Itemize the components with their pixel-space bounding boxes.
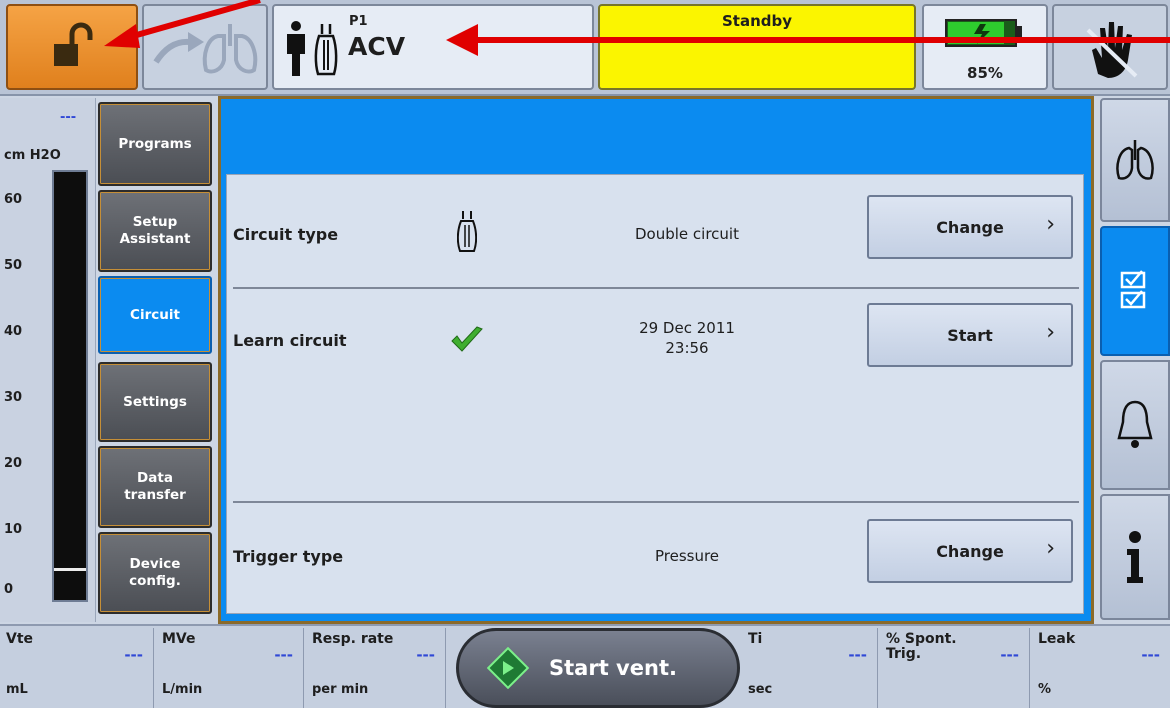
lung-arrow-icon [153,24,258,74]
tab-data-transfer[interactable]: Data transfer [98,446,212,528]
chevron-right-icon: › [1046,536,1055,561]
param-resp-rate: Resp. rate --- per min [306,628,446,708]
ventilation-shortcut-button[interactable] [142,4,268,90]
tab-settings-label: Settings [123,393,187,410]
pressure-unit: cm H2O [4,148,61,163]
row-divider [233,287,1079,289]
tab-programs[interactable]: Programs [98,102,212,186]
person-icon [287,21,305,76]
tab-setup-assistant[interactable]: Setup Assistant [98,190,212,272]
pressure-bar-marker [54,568,86,571]
tab-monitoring[interactable] [1100,98,1170,222]
leak-unit: % [1038,682,1052,697]
ti-value: --- [848,646,867,664]
param-mve: MVe --- L/min [156,628,304,708]
chevron-right-icon: › [1046,212,1055,237]
lungs-icon [1116,140,1154,180]
pressure-tick-50: 50 [4,258,23,273]
top-bar: P1 ACV Standby 85% [0,0,1170,96]
trigger-type-change-label: Change [936,541,1004,561]
tab-setup[interactable] [1100,226,1170,356]
circuit-settings-panel: Circuit type Double circuit Change › Lea… [226,174,1084,614]
learn-circuit-start-label: Start [947,325,993,345]
vte-unit: mL [6,682,28,697]
learn-circuit-time: 23:56 [665,339,709,357]
tab-programs-label: Programs [118,135,192,152]
resp-rate-unit: per min [312,682,369,697]
tab-settings[interactable]: Settings [98,362,212,442]
chevron-right-icon: › [1046,320,1055,345]
unlock-icon [54,22,93,66]
patient-slot-label: P1 [349,14,368,29]
pressure-tick-20: 20 [4,456,23,471]
spont-trig-value: --- [1000,646,1019,664]
pressure-tick-60: 60 [4,192,23,207]
pressure-gauge-panel: --- cm H2O 60 50 40 30 20 10 0 [0,98,96,622]
circuit-icon [314,24,338,76]
resp-rate-value: --- [416,646,435,664]
checklist-icon [1120,270,1146,309]
circuit-type-label: Circuit type [233,225,339,244]
param-spont-trig: % Spont. Trig. --- [880,628,1030,708]
trigger-type-value: Pressure [654,547,720,565]
tab-device-config-label: Device config. [129,556,181,589]
status-banner: Standby [598,4,916,90]
spont-trig-label: % Spont. Trig. [886,631,957,663]
status-text: Standby [721,12,793,30]
vte-label: Vte [6,631,34,647]
circuit-type-change-button[interactable]: Change › [867,195,1073,259]
start-icon [487,647,529,689]
param-ti: Ti --- sec [742,628,878,708]
pressure-value: --- [60,110,77,125]
ti-label: Ti [748,631,763,647]
ti-unit: sec [748,682,773,697]
start-ventilation-label: Start vent. [549,656,677,680]
leak-value: --- [1141,646,1160,664]
start-ventilation-button[interactable]: Start vent. [456,628,740,708]
info-icon [1127,531,1143,583]
battery-percent: 85% [967,64,1003,82]
ventilation-mode-label: ACV [348,32,406,61]
patient-mode-box[interactable]: P1 ACV [272,4,594,90]
pressure-tick-10: 10 [4,522,23,537]
tab-device-config[interactable]: Device config. [98,532,212,614]
tab-info[interactable] [1100,494,1170,620]
trigger-type-label: Trigger type [233,547,344,566]
tab-alarms[interactable] [1100,360,1170,490]
hand-silence-icon [1086,22,1138,78]
alarm-silence-button[interactable] [1052,4,1168,90]
lock-button[interactable] [6,4,138,90]
mve-value: --- [274,646,293,664]
param-leak: Leak --- % [1032,628,1170,708]
row-divider [233,501,1079,503]
learn-circuit-date: 29 Dec 2011 [639,319,735,337]
tab-setup-assistant-label: Setup Assistant [119,214,191,247]
battery-icon [945,19,1022,47]
pressure-bar [52,170,88,602]
resp-rate-label: Resp. rate [312,631,394,647]
circuit-type-change-label: Change [936,217,1004,237]
leak-label: Leak [1038,631,1076,647]
mve-unit: L/min [162,682,203,697]
vte-value: --- [124,646,143,664]
battery-indicator: 85% [922,4,1048,90]
pressure-tick-30: 30 [4,390,23,405]
bell-icon [1117,400,1153,448]
mve-label: MVe [162,631,196,647]
pressure-tick-0: 0 [4,582,14,597]
learn-circuit-label: Learn circuit [233,331,347,350]
tab-data-transfer-label: Data transfer [124,470,186,503]
pressure-tick-40: 40 [4,324,23,339]
circuit-type-value: Double circuit [635,225,739,243]
tab-circuit[interactable]: Circuit [98,276,212,354]
circuit-icon [457,211,477,252]
trigger-type-change-button[interactable]: Change › [867,519,1073,583]
param-vte: Vte --- mL [0,628,154,708]
learn-circuit-start-button[interactable]: Start › [867,303,1073,367]
tab-circuit-label: Circuit [130,306,180,323]
check-icon [451,326,483,352]
